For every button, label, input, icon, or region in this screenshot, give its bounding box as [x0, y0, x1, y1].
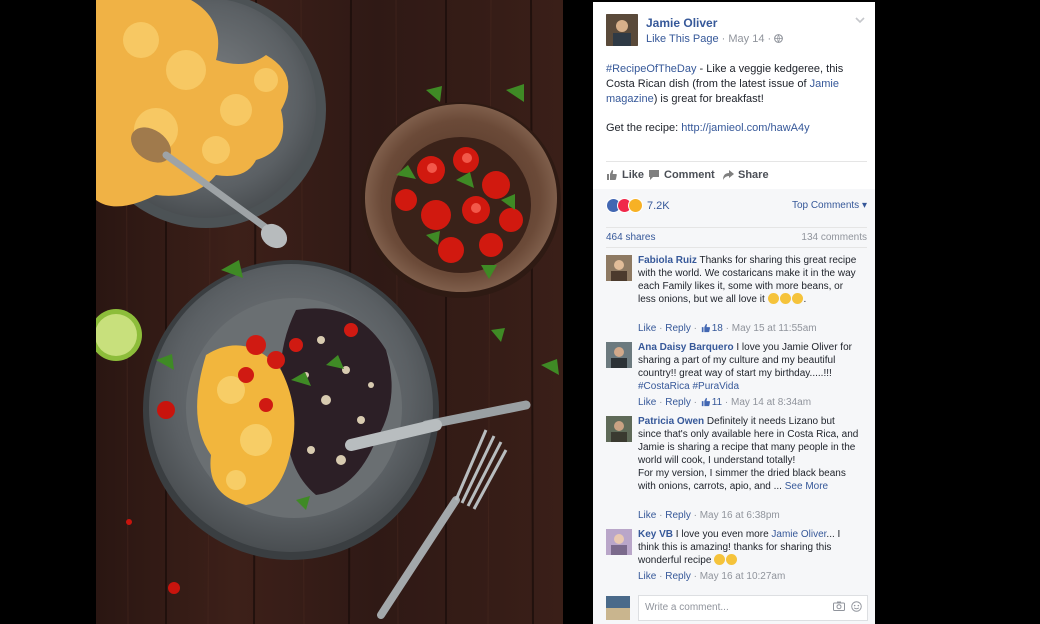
like-icon: [700, 323, 712, 334]
post-header: Jamie Oliver Like This Page · May 14 ·: [593, 2, 875, 50]
hashtag-link[interactable]: #RecipeOfTheDay: [606, 63, 697, 75]
post-actions: Like Comment Share: [606, 161, 867, 191]
comment-time[interactable]: May 16 at 6:38pm: [700, 510, 780, 521]
hashtag-link[interactable]: #CostaRica: [638, 381, 690, 392]
comment-like-link[interactable]: Like: [638, 571, 656, 582]
reaction-count[interactable]: 7.2K: [647, 200, 670, 212]
camera-icon[interactable]: [833, 601, 845, 614]
see-more-link[interactable]: See More: [785, 481, 828, 492]
post-date[interactable]: May 14: [728, 33, 764, 45]
comment-meta: Like · Reply · 11 · May 14 at 8:34am: [638, 397, 812, 408]
avatar: [606, 596, 630, 620]
like-button[interactable]: Like: [606, 169, 644, 181]
like-icon: [700, 397, 712, 408]
share-label: Share: [738, 169, 769, 181]
comment-reply-link[interactable]: Reply: [665, 571, 691, 582]
comment-button[interactable]: Comment: [648, 169, 715, 181]
share-button[interactable]: Share: [722, 169, 769, 181]
post-text-part: ) is great for breakfast!: [653, 93, 764, 105]
page-avatar[interactable]: [606, 14, 638, 46]
wow-reaction-icon: [628, 198, 643, 213]
comment-input[interactable]: Write a comment...: [638, 595, 868, 621]
share-icon: [722, 169, 738, 181]
commenter-name[interactable]: Patricia Owen: [638, 416, 704, 427]
page-name-link[interactable]: Jamie Oliver: [646, 16, 717, 30]
post-photo[interactable]: [96, 0, 563, 624]
shares-count[interactable]: 464 shares: [606, 232, 655, 243]
mention-link[interactable]: Jamie Oliver: [771, 529, 826, 540]
comment-reply-link[interactable]: Reply: [665, 510, 691, 521]
reactions-row: 7.2K Top Comments ▾: [606, 198, 867, 216]
recipe-link[interactable]: http://jamieol.com/hawA4y: [681, 122, 809, 134]
comment-meta: Like · Reply · 18 · May 15 at 11:55am: [638, 323, 817, 334]
comment-like-link[interactable]: Like: [638, 510, 656, 521]
comment-meta: Like · Reply · May 16 at 10:27am: [638, 571, 786, 582]
post-subline: Like This Page · May 14 ·: [646, 33, 784, 45]
commenter-name[interactable]: Fabiola Ruiz: [638, 255, 697, 266]
caret-down-icon: ▾: [861, 200, 867, 211]
comment-icon: [648, 169, 664, 181]
comment-time[interactable]: May 14 at 8:34am: [731, 397, 811, 408]
smile-emoji-icons: [714, 554, 738, 566]
divider: [606, 247, 867, 248]
like-page-link[interactable]: Like This Page: [646, 33, 719, 45]
recipe-label: Get the recipe:: [606, 122, 682, 134]
comment-label: Comment: [664, 169, 715, 181]
post-panel: Jamie Oliver Like This Page · May 14 · #…: [593, 2, 875, 624]
top-comments-selector[interactable]: Top Comments ▾: [792, 200, 867, 211]
smile-emoji-icons: [767, 293, 804, 305]
comment-time[interactable]: May 15 at 11:55am: [732, 323, 817, 334]
reaction-icons[interactable]: [606, 198, 643, 213]
smiley-icon[interactable]: [851, 601, 862, 615]
comment-meta: Like · Reply · May 16 at 6:38pm: [638, 510, 780, 521]
commenter-name[interactable]: Ana Daisy Barquero: [638, 342, 734, 353]
comment-body: Fabiola Ruiz Thanks for sharing this gre…: [638, 255, 857, 305]
globe-icon: [774, 33, 784, 45]
chevron-down-icon[interactable]: [855, 15, 865, 27]
counts-row: 464 shares 134 comments: [606, 227, 867, 248]
comment-placeholder: Write a comment...: [645, 602, 729, 613]
avatar[interactable]: [606, 416, 632, 442]
like-icon: [606, 169, 622, 181]
comment-reply-link[interactable]: Reply: [665, 397, 691, 408]
avatar[interactable]: [606, 342, 632, 368]
comment-body: Key VB I love you even more Jamie Oliver…: [638, 528, 860, 567]
post-text: #RecipeOfTheDay - Like a veggie kedgeree…: [606, 62, 861, 136]
comment-time[interactable]: May 16 at 10:27am: [700, 571, 786, 582]
comments-count[interactable]: 134 comments: [801, 232, 867, 243]
commenter-name[interactable]: Key VB: [638, 529, 673, 540]
hashtag-link[interactable]: #PuraVida: [692, 381, 739, 392]
avatar[interactable]: [606, 255, 632, 281]
like-label: Like: [622, 169, 645, 181]
comment-body: Patricia Owen Definitely it needs Lizano…: [638, 415, 860, 493]
avatar[interactable]: [606, 529, 632, 555]
comment-body: Ana Daisy Barquero I love you Jamie Oliv…: [638, 341, 860, 393]
comment-like-link[interactable]: Like: [638, 323, 656, 334]
comment-like-count[interactable]: 18: [712, 323, 723, 334]
comment-like-count[interactable]: 11: [712, 397, 722, 408]
comment-reply-link[interactable]: Reply: [665, 323, 691, 334]
comment-text: I love you even more: [675, 529, 772, 540]
comment-like-link[interactable]: Like: [638, 397, 656, 408]
write-comment-box: Write a comment...: [606, 593, 868, 621]
top-comments-label: Top Comments: [791, 200, 860, 211]
